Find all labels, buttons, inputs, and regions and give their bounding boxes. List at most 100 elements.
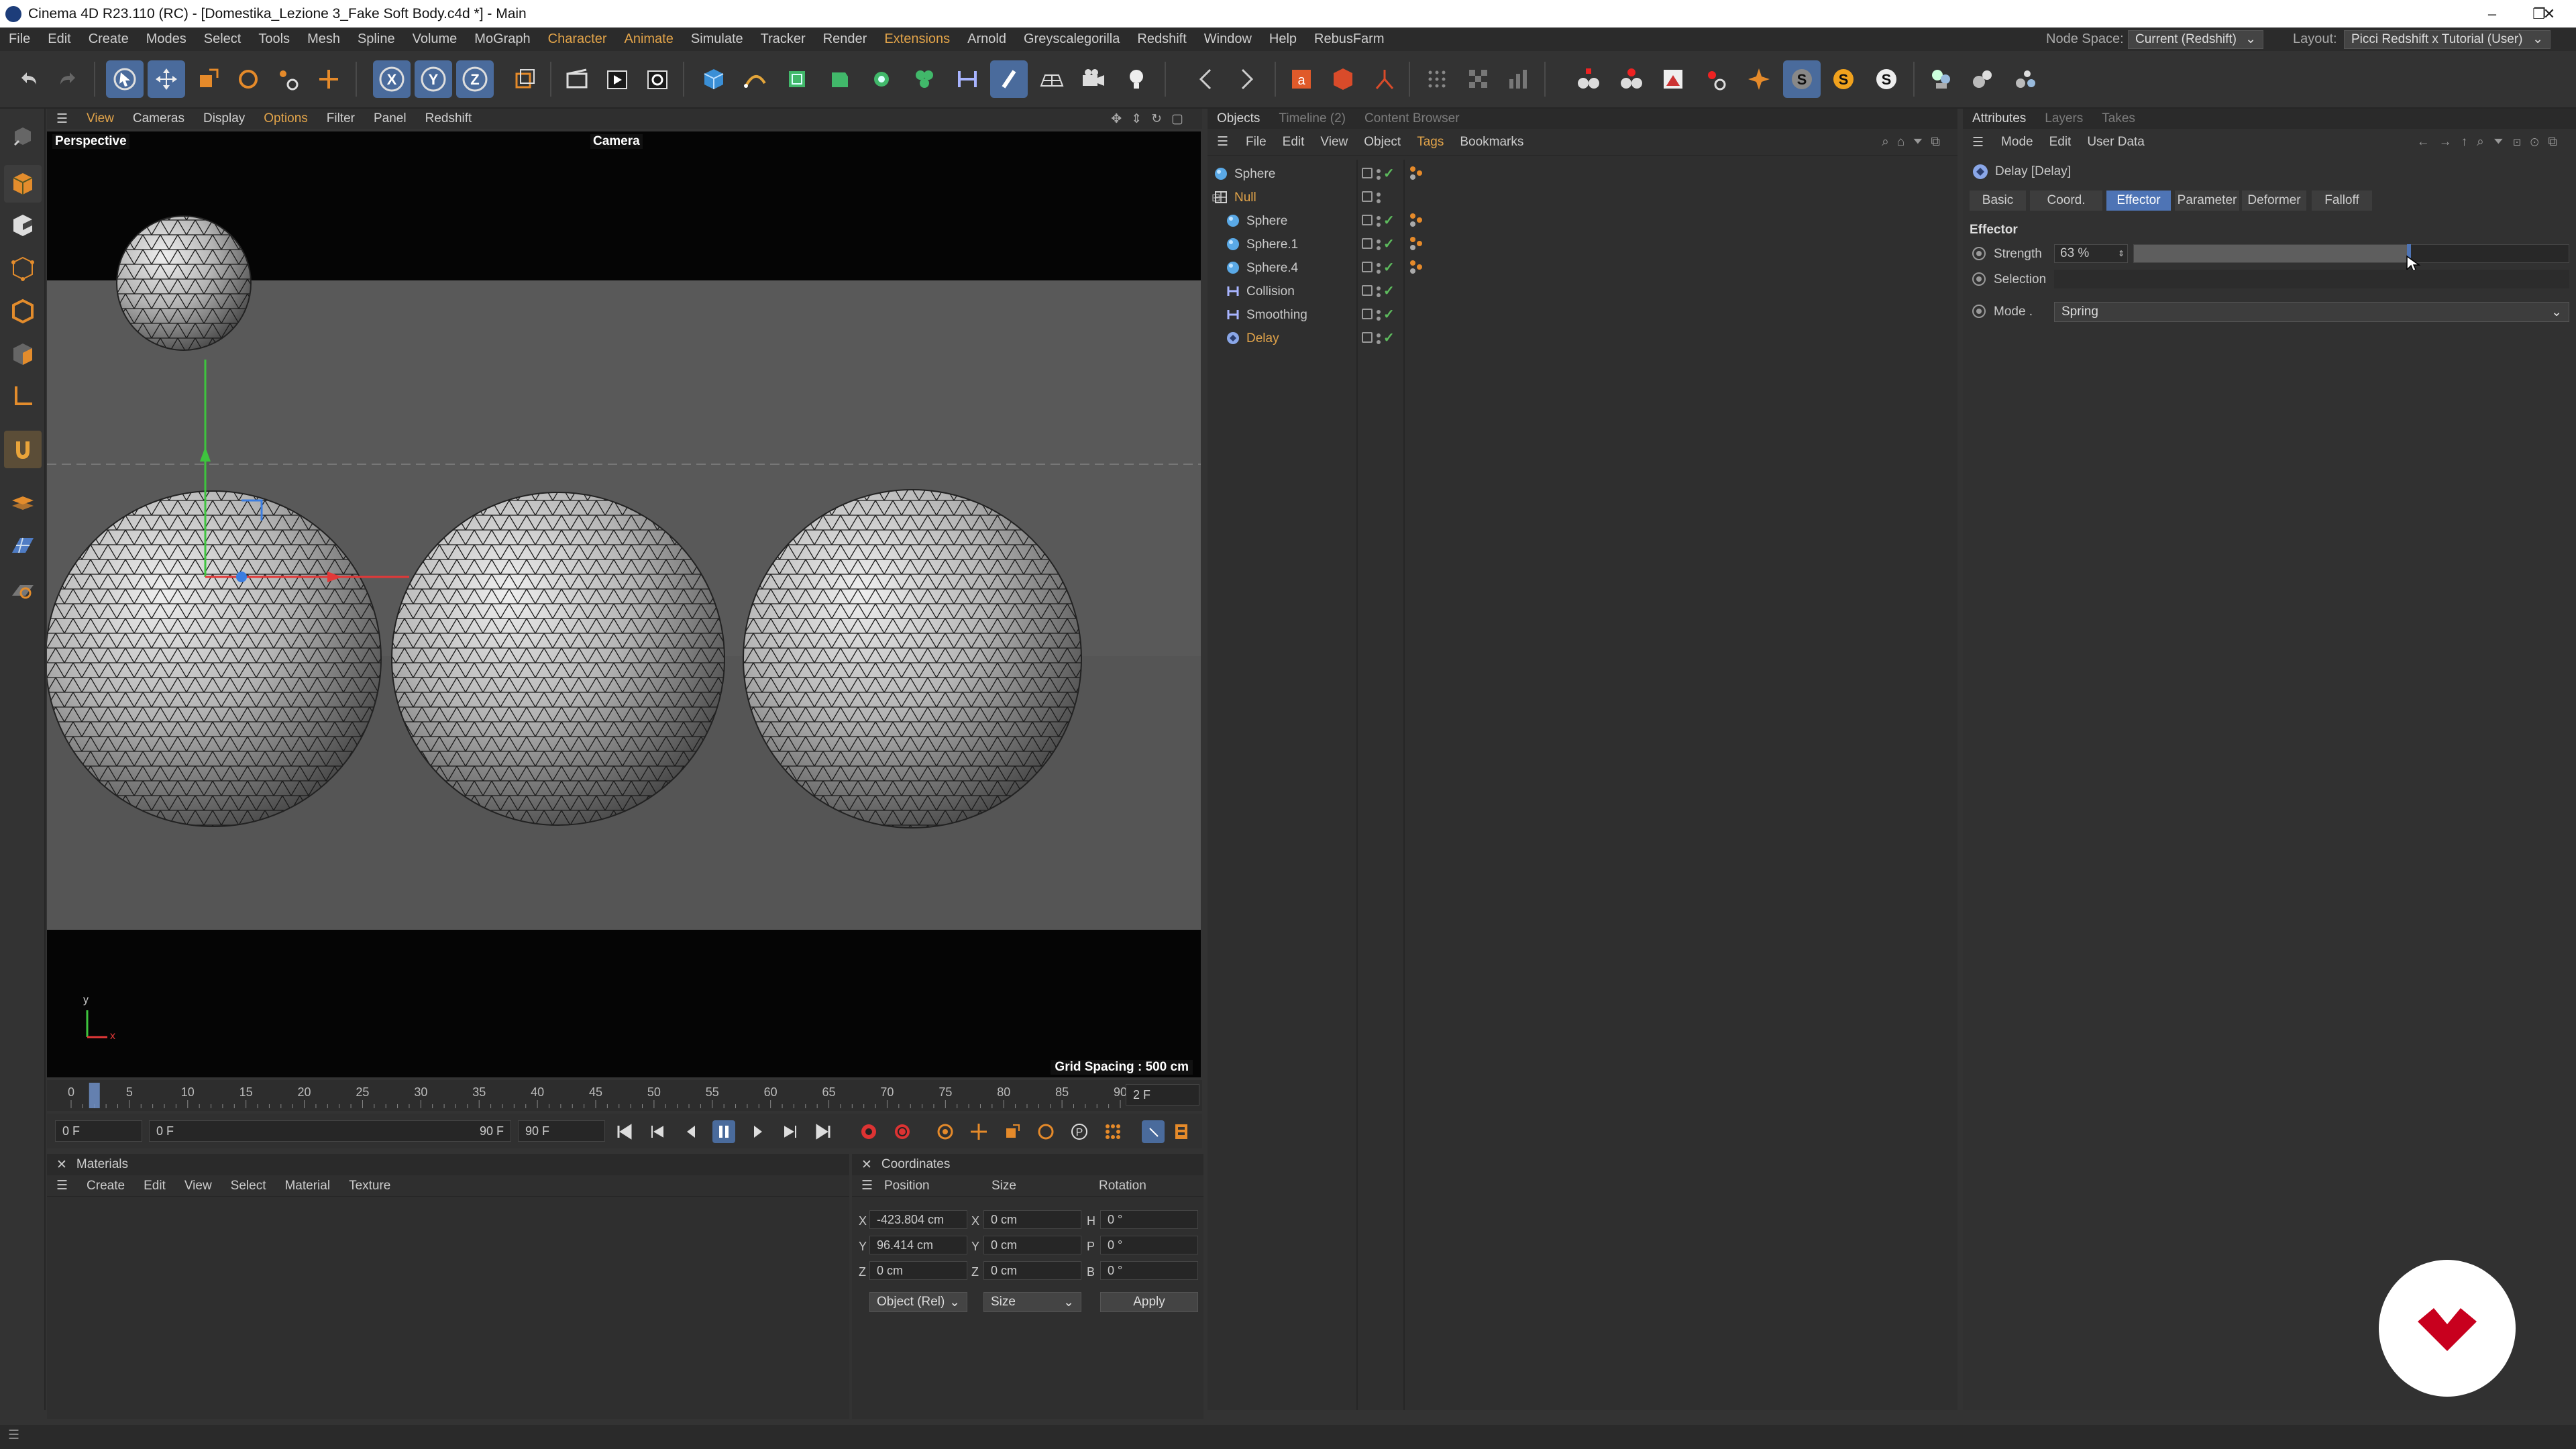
edit-visibility-checkbox[interactable] xyxy=(1362,191,1373,202)
edit-visibility-checkbox[interactable] xyxy=(1362,168,1373,178)
autokey-button[interactable] xyxy=(891,1120,914,1143)
render-visibility-dot[interactable] xyxy=(1377,246,1381,250)
materials-menu-select[interactable]: Select xyxy=(221,1179,276,1193)
tag-icon[interactable] xyxy=(1409,212,1424,227)
menu-simulate[interactable]: Simulate xyxy=(682,32,752,47)
objects-menu-bookmarks[interactable]: Bookmarks xyxy=(1452,135,1532,150)
render-to-picture-viewer[interactable] xyxy=(598,60,636,98)
add-tool[interactable] xyxy=(310,60,347,98)
menu-tracker[interactable]: Tracker xyxy=(752,32,814,47)
subtab-basic[interactable]: Basic xyxy=(1970,191,2026,211)
objects-menu-edit[interactable]: Edit xyxy=(1275,135,1313,150)
menu-greyscalegorilla[interactable]: Greyscalegorilla xyxy=(1015,32,1128,47)
materials-menu-edit[interactable]: Edit xyxy=(134,1179,175,1193)
enabled-check-icon[interactable]: ✓ xyxy=(1383,259,1395,276)
record-position-button[interactable] xyxy=(967,1120,990,1143)
subtab-coord[interactable]: Coord. xyxy=(2030,191,2102,211)
move-tool[interactable] xyxy=(148,60,185,98)
pause-button[interactable] xyxy=(712,1120,735,1143)
arnold-render-button[interactable]: a xyxy=(1283,60,1320,98)
tweak-mode-button[interactable] xyxy=(4,431,42,468)
render-visibility-dot[interactable] xyxy=(1377,176,1381,180)
record-parameter-button[interactable]: P xyxy=(1068,1120,1091,1143)
rebus-tool-button[interactable] xyxy=(1697,60,1735,98)
forester-button-1[interactable] xyxy=(1923,60,1960,98)
object-name[interactable]: Delay xyxy=(1246,331,1279,346)
position-x-field[interactable]: -423.804 cm xyxy=(869,1210,967,1229)
editor-visibility-dot[interactable] xyxy=(1377,193,1381,197)
object-name[interactable]: Sphere.4 xyxy=(1246,261,1298,276)
size-y-field[interactable]: 0 cm xyxy=(983,1236,1081,1254)
object-row-null[interactable]: ⊟ Null xyxy=(1208,186,1957,209)
enabled-check-icon[interactable]: ✓ xyxy=(1383,235,1395,252)
go-to-end-button[interactable] xyxy=(813,1120,836,1143)
snap-grid-button[interactable] xyxy=(4,527,42,565)
position-y-field[interactable]: 96.414 cm xyxy=(869,1236,967,1254)
menu-mesh[interactable]: Mesh xyxy=(299,32,349,47)
gsg-material-button[interactable] xyxy=(1654,60,1692,98)
tab-takes[interactable]: Takes xyxy=(2092,111,2145,126)
timeline-ruler[interactable]: 0 5 10 15 20 25 30 35 40 45 50 55 60 65 70 75 80 85 90 2 F xyxy=(47,1080,1202,1111)
viewport-menu-cameras[interactable]: Cameras xyxy=(123,111,194,126)
menu-mograph[interactable]: MoGraph xyxy=(466,32,539,47)
viewport-menu-filter[interactable]: Filter xyxy=(317,111,364,126)
forester-button-2[interactable] xyxy=(1964,60,2002,98)
menu-render[interactable]: Render xyxy=(814,32,876,47)
editor-visibility-dot[interactable] xyxy=(1377,310,1381,314)
menu-edit[interactable]: Edit xyxy=(39,32,79,47)
add-generator[interactable] xyxy=(778,60,816,98)
add-mograph[interactable] xyxy=(863,60,900,98)
enabled-check-icon[interactable]: ✓ xyxy=(1383,165,1395,182)
edges-mode-button[interactable] xyxy=(4,292,42,330)
tab-layers[interactable]: Layers xyxy=(2035,111,2092,126)
enabled-check-icon[interactable]: ✓ xyxy=(1383,212,1395,229)
object-row-sphere-4[interactable]: Sphere.4 ✓ xyxy=(1208,256,1957,280)
materials-menu-view[interactable]: View xyxy=(175,1179,221,1193)
gsg-lightkit-button[interactable] xyxy=(1570,60,1607,98)
gsg-grid-tool[interactable] xyxy=(1418,60,1456,98)
object-name[interactable]: Sphere.1 xyxy=(1246,237,1298,252)
attributes-menu-edit[interactable]: Edit xyxy=(2041,135,2080,150)
objects-menu-tags[interactable]: Tags xyxy=(1409,135,1452,150)
objects-tool-icons[interactable]: ⌕⌂⏷⧉ xyxy=(1882,135,1948,150)
tag-icon[interactable] xyxy=(1409,235,1424,250)
materials-menu-create[interactable]: Create xyxy=(77,1179,134,1193)
viewport-scene[interactable] xyxy=(47,131,1201,1077)
signal-s-button[interactable]: S xyxy=(1783,60,1821,98)
materials-menu-texture[interactable]: Texture xyxy=(339,1179,400,1193)
signal-orange-button[interactable]: S xyxy=(1825,60,1862,98)
menu-rebusfarm[interactable]: RebusFarm xyxy=(1305,32,1393,47)
objects-menu-file[interactable]: File xyxy=(1238,135,1275,150)
rotation-h-field[interactable]: 0 ° xyxy=(1100,1210,1198,1229)
redo-button[interactable] xyxy=(50,60,87,98)
timeline-window-button[interactable] xyxy=(1170,1120,1193,1143)
position-z-field[interactable]: 0 cm xyxy=(869,1261,967,1280)
start-frame-field[interactable]: 0 F xyxy=(55,1120,142,1142)
live-selection-tool[interactable] xyxy=(106,60,144,98)
menu-volume[interactable]: Volume xyxy=(404,32,466,47)
add-light[interactable] xyxy=(1118,60,1155,98)
previous-key-button[interactable] xyxy=(645,1120,668,1143)
edit-visibility-checkbox[interactable] xyxy=(1362,285,1373,296)
back-button[interactable] xyxy=(1187,60,1225,98)
edit-visibility-checkbox[interactable] xyxy=(1362,215,1373,225)
tab-objects[interactable]: Objects xyxy=(1208,111,1269,126)
add-effector[interactable] xyxy=(906,60,943,98)
record-rotation-button[interactable] xyxy=(1034,1120,1057,1143)
apply-button[interactable]: Apply xyxy=(1100,1292,1198,1312)
selection-field[interactable] xyxy=(2054,270,2569,288)
edit-visibility-checkbox[interactable] xyxy=(1362,262,1373,272)
editor-visibility-dot[interactable] xyxy=(1377,333,1381,337)
tab-attributes[interactable]: Attributes xyxy=(1963,111,2035,126)
hamburger-icon[interactable]: ☰ xyxy=(1963,135,1993,150)
mode-animate-toggle[interactable] xyxy=(1972,305,1986,318)
layout-dropdown[interactable]: Picci Redshift x Tutorial (User) ⌄ xyxy=(2344,30,2551,49)
attributes-menu-mode[interactable]: Mode xyxy=(1993,135,2041,150)
add-environment[interactable] xyxy=(1033,60,1071,98)
go-to-start-button[interactable] xyxy=(612,1120,635,1143)
viewport-nav-icons[interactable]: ✥⇕↻▢ xyxy=(1111,111,1193,127)
redshift-proxy-button[interactable] xyxy=(1366,60,1403,98)
render-visibility-dot[interactable] xyxy=(1377,317,1381,321)
menu-redshift[interactable]: Redshift xyxy=(1128,32,1195,47)
strength-slider[interactable] xyxy=(2133,244,2569,263)
